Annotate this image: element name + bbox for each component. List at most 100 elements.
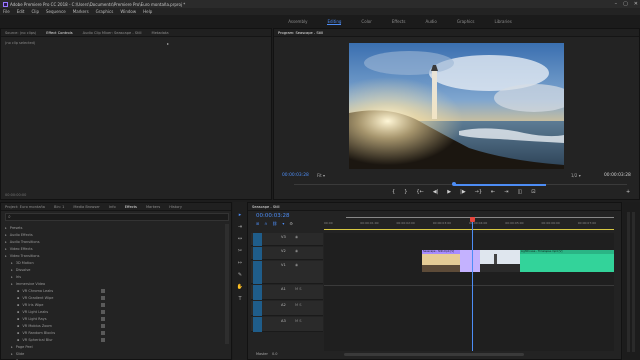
tab-sequence[interactable]: Seascape - Still	[252, 205, 280, 209]
minimize-icon[interactable]: –	[615, 1, 618, 7]
timeline-playhead[interactable]	[470, 217, 475, 351]
program-playhead[interactable]	[452, 182, 456, 186]
mute-solo-icons[interactable]: M S	[295, 319, 302, 323]
tab-markers[interactable]: Markers	[146, 205, 160, 209]
menu-clip[interactable]: Clip	[31, 9, 39, 14]
button-editor-button[interactable]: +	[626, 189, 630, 195]
track-target-toggle[interactable]	[253, 261, 262, 284]
workspace-assembly[interactable]: Assembly	[288, 19, 307, 24]
eye-icon[interactable]: ◉	[295, 249, 298, 253]
selection-tool-icon[interactable]: ▸	[239, 212, 242, 218]
clip-lighthouse-thumb[interactable]	[480, 250, 520, 272]
extract-button[interactable]: ⇥	[504, 189, 508, 195]
audio-track-header[interactable]: A1 M S	[251, 285, 323, 300]
video-track-header[interactable]: V1 ◉	[251, 261, 323, 284]
play-button[interactable]: ▶	[447, 189, 451, 195]
menu-help[interactable]: Help	[143, 9, 152, 14]
menu-markers[interactable]: Markers	[73, 9, 89, 14]
tab-metadata[interactable]: Metadata	[152, 31, 169, 35]
comparison-view-button[interactable]: ⊡	[531, 189, 535, 195]
clip-seascape[interactable]: Seascape - Still.mp4 [V]	[422, 250, 460, 272]
tab-project[interactable]: Project: Euro montaña	[5, 205, 45, 209]
workspace-editing[interactable]: Editing	[327, 19, 342, 25]
effects-tree-item[interactable]: ▪ VR Spherical Blur	[5, 336, 223, 343]
eye-icon[interactable]: ◉	[295, 235, 298, 239]
playhead-handle[interactable]	[470, 217, 475, 222]
tracks-area[interactable]: Seascape - Still.mp4 [V] Lighthouse - Ti…	[324, 217, 614, 351]
eye-icon[interactable]: ◉	[295, 263, 298, 267]
go-to-out-button[interactable]: →}	[475, 189, 482, 195]
program-video-frame[interactable]	[349, 43, 564, 169]
mute-solo-icons[interactable]: M S	[295, 303, 302, 307]
tab-history[interactable]: History	[169, 205, 182, 209]
effects-tree-item[interactable]: ▪ VR Light Leaks	[5, 308, 223, 315]
effects-tree-item[interactable]: ▪ VR Random Blocks	[5, 329, 223, 336]
track-target-toggle[interactable]	[253, 301, 262, 316]
tab-effects[interactable]: Effects	[125, 205, 137, 209]
maximize-icon[interactable]: ▢	[623, 1, 628, 7]
effects-tree-item[interactable]: ▪ VR Iris Wipe	[5, 301, 223, 308]
effects-tree-item[interactable]: ▸ Iris	[5, 273, 223, 280]
effects-tree-item[interactable]: ▸ Audio Effects	[5, 231, 223, 238]
tab-audio-clip-mixer[interactable]: Audio Clip Mixer: Seascape - Still	[83, 31, 142, 35]
menu-edit[interactable]: Edit	[17, 9, 25, 14]
video-track-header[interactable]: V3 ◉	[251, 233, 323, 246]
zoom-select[interactable]: Fit ▾	[317, 173, 325, 178]
track-select-tool-icon[interactable]: ⇥	[238, 224, 242, 230]
workspace-audio[interactable]: Audio	[425, 19, 436, 24]
resolution-select[interactable]: 1/2 ▾	[571, 173, 581, 178]
workspace-graphics[interactable]: Graphics	[457, 19, 475, 24]
timeline-ruler[interactable]: 00:00 00:00:01:00 00:00:02:00 00:00:03:00 00…	[324, 217, 614, 231]
panel-menu-icon[interactable]: ▸	[167, 41, 169, 46]
effects-tree-item[interactable]: ▪ VR Chroma Leaks	[5, 287, 223, 294]
audio-track-header[interactable]: A2 M S	[251, 301, 323, 316]
effects-tree-item[interactable]: ▸ 3D Motion	[5, 259, 223, 266]
mute-solo-icons[interactable]: M S	[295, 287, 302, 291]
hand-tool-icon[interactable]: ✋	[237, 284, 243, 290]
effects-tree-item[interactable]: ▸ Immersive Video	[5, 280, 223, 287]
timeline-horizontal-scrollbar[interactable]	[344, 353, 524, 356]
track-target-toggle[interactable]	[253, 285, 262, 300]
master-value[interactable]: 0.0	[272, 352, 278, 356]
export-frame-button[interactable]: ◫	[517, 189, 522, 195]
effects-tree-item[interactable]: ▸ Video Transitions	[5, 252, 223, 259]
effects-tree-item[interactable]: ▪ VR Light Rays	[5, 315, 223, 322]
effects-tree-item[interactable]: ▸ Presets	[5, 224, 223, 231]
mark-in-button[interactable]: {	[392, 189, 395, 195]
menu-window[interactable]: Window	[120, 9, 136, 14]
track-target-toggle[interactable]	[253, 233, 262, 246]
track-target-toggle[interactable]	[253, 247, 262, 260]
tab-info[interactable]: Info	[109, 205, 116, 209]
effects-tree-item[interactable]: ▪ VR Gradient Wipe	[5, 294, 223, 301]
timeline-timecode[interactable]: 00:00:03:28	[256, 213, 290, 219]
nest-icon[interactable]: ⊞	[256, 221, 259, 226]
step-back-button[interactable]: ◀|	[433, 189, 439, 195]
tab-bin[interactable]: Bin: 1	[54, 205, 64, 209]
effects-tree-item[interactable]: ▸ Dissolve	[5, 266, 223, 273]
video-track-header[interactable]: V2 ◉	[251, 247, 323, 260]
track-target-toggle[interactable]	[253, 317, 262, 332]
mark-out-button[interactable]: }	[404, 189, 407, 195]
workspace-color[interactable]: Color	[361, 19, 371, 24]
slip-tool-icon[interactable]: ↦	[238, 260, 242, 266]
add-marker-icon[interactable]: ▾	[282, 221, 284, 226]
effects-search-input[interactable]: ⌕	[5, 213, 229, 221]
effects-tree-item[interactable]: ▸ Page Peel	[5, 343, 223, 350]
effects-tree-item[interactable]: ▸ Video Effects	[5, 245, 223, 252]
clip-lighthouse[interactable]: Lighthouse - Timelapse.mp4 [V]	[520, 250, 614, 272]
program-time-ruler[interactable]	[294, 182, 627, 186]
go-to-in-button[interactable]: {←	[416, 189, 423, 195]
program-current-timecode[interactable]: 00:00:03:28	[282, 173, 309, 178]
tab-media-browser[interactable]: Media Browser	[73, 205, 100, 209]
menu-sequence[interactable]: Sequence	[46, 9, 66, 14]
tab-effect-controls[interactable]: Effect Controls	[46, 31, 72, 35]
effects-tree-item[interactable]: ▸ Audio Transitions	[5, 238, 223, 245]
razor-tool-icon[interactable]: ✂	[238, 248, 242, 254]
close-icon[interactable]: ✕	[634, 1, 638, 7]
workspace-libraries[interactable]: Libraries	[495, 19, 512, 24]
snap-icon[interactable]: ∩	[264, 221, 267, 226]
lift-button[interactable]: ⇤	[491, 189, 495, 195]
transition-effect[interactable]	[460, 250, 480, 272]
effects-scrollbar[interactable]	[225, 224, 229, 344]
step-forward-button[interactable]: |▶	[460, 189, 466, 195]
